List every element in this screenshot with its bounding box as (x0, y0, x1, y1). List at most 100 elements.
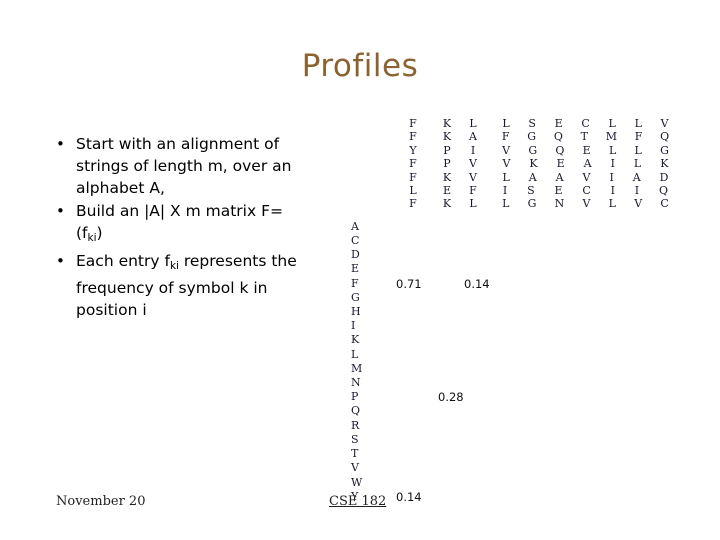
alignment-letter: G (660, 143, 669, 157)
residue-label: N (351, 376, 361, 390)
frequency-value: 0.14 (464, 276, 490, 291)
residue-label: V (351, 461, 359, 475)
alignment-letter: G (528, 143, 538, 157)
alignment-row: VGQELLG (486, 144, 685, 157)
frequency-cell-spacer (392, 362, 434, 376)
frequency-cell (486, 404, 685, 489)
alignment-letter: Q (553, 130, 563, 144)
alignment-letter: S (527, 184, 535, 198)
alignment-letter: L (633, 157, 642, 171)
alignment-letter: Q (660, 130, 670, 144)
frequency-cell (460, 390, 486, 404)
alignment-row: LSECLLV (486, 117, 685, 130)
alignment-letter: F (409, 170, 417, 184)
alignment-letter: F (409, 197, 417, 211)
alignment-letter: G (527, 130, 537, 144)
alignment-letter: C (660, 197, 669, 211)
frequency-value (434, 220, 460, 234)
alignment-letter: F (409, 157, 417, 171)
frequency-cell: 0.14 (460, 276, 490, 291)
matrix-gap-c3 (460, 211, 486, 220)
residue-label-stack: GHIKLMN (339, 291, 392, 390)
alignment-letter: L (608, 143, 617, 157)
frequency-cell (434, 220, 460, 277)
residue-label: P (351, 390, 359, 404)
page-title: Profiles (301, 48, 419, 84)
alignment-letter: I (502, 184, 508, 198)
frequency-cell: 0.14 (392, 490, 434, 504)
alignment-letter: K (442, 130, 452, 144)
alignment-letter: E (582, 143, 591, 157)
alignment-letter: P (443, 143, 451, 157)
frequency-cell-spacer (392, 433, 434, 447)
frequency-cell-spacer (460, 362, 486, 376)
frequency-cell-spacer (460, 333, 486, 347)
frequency-cell-spacer (392, 348, 434, 362)
alignment-letter: L (634, 143, 642, 157)
frequency-cell-spacer (460, 419, 486, 433)
frequency-cell-spacer (434, 433, 460, 447)
table-row: P 0.28 (339, 390, 685, 404)
residue-label-stack: P (339, 390, 392, 404)
frequency-cell (486, 220, 685, 277)
frequency-cell-spacer (486, 333, 685, 347)
alignment-letter: G (527, 197, 537, 211)
frequency-value: 0.14 (396, 489, 422, 504)
alignment-letter: E (554, 117, 563, 130)
alignment-letter: A (555, 170, 564, 184)
alignment-column-1: FFYFFLF (392, 117, 434, 211)
alignment-row: VKEAILK (486, 157, 685, 170)
frequency-cell-spacer (486, 348, 685, 362)
matrix-body: ACDE F 0.71 0.14 GHIKLMN P 0.28 QRSTVW Y0… (339, 220, 685, 504)
frequency-cell-spacer (486, 376, 685, 390)
frequency-cell-spacer (460, 447, 486, 461)
alignment-letter: I (470, 143, 476, 157)
frequency-cell-spacer (460, 248, 486, 262)
alignment-letter: L (502, 170, 510, 184)
matrix-gap-label (339, 211, 392, 220)
frequency-value (392, 390, 434, 404)
alignment-letter: K (660, 157, 669, 171)
bullet-marker: • (56, 251, 65, 270)
residue-label: G (351, 290, 360, 304)
alignment-letter: F (409, 130, 417, 144)
alignment-letter: V (582, 170, 591, 184)
frequency-value (392, 220, 434, 234)
bullet-3-pre: Each entry f (76, 251, 170, 270)
bullet-text-2: Build an |A| X m matrix F=(fki) (76, 200, 301, 249)
residue-label-stack: QRSTVW (339, 404, 392, 489)
alignment-letter: Y (409, 143, 417, 157)
alignment-block-row: FFYFFLF KKPPKEK LAIVVFL LSECLLVFGQTMFQVG… (339, 117, 685, 211)
frequency-cell-spacer (460, 461, 486, 475)
bullet-marker: • (56, 202, 65, 220)
alignment-letter: L (634, 117, 642, 130)
frequency-cell-spacer (392, 234, 434, 248)
alignment-letter: A (469, 130, 477, 144)
frequency-cell-spacer (460, 376, 486, 390)
alignment-letter: I (610, 184, 615, 198)
residue-label: W (351, 475, 363, 489)
alignment-letter: N (554, 197, 565, 211)
alignment-col-1-letters: FFYFFLF (392, 117, 434, 211)
frequency-value (460, 220, 486, 234)
matrix-gap-row (339, 211, 685, 220)
frequency-cell-spacer (486, 262, 685, 276)
alignment-letter: F (501, 130, 510, 144)
alignment-col-3-letters: LAIVVFL (460, 117, 486, 211)
frequency-cell-spacer (434, 305, 460, 319)
alignment-letter: A (528, 170, 537, 184)
alignment-letter: E (556, 157, 565, 171)
alignment-letter: I (609, 170, 614, 184)
frequency-cell (486, 490, 685, 504)
alignment-letter: L (502, 197, 510, 211)
residue-label: S (351, 432, 359, 446)
bullet-2-pre: Build an |A| X m matrix F=(f (76, 202, 283, 242)
alignment-letter: D (659, 170, 669, 184)
frequency-cell-spacer (460, 319, 486, 333)
alignment-letter: L (469, 117, 477, 130)
alignment-letter: T (580, 130, 588, 144)
alignment-letter: C (582, 184, 591, 198)
alignment-letter: E (442, 184, 452, 198)
table-row: Y 0.14 (339, 490, 685, 504)
frequency-cell (434, 490, 460, 504)
